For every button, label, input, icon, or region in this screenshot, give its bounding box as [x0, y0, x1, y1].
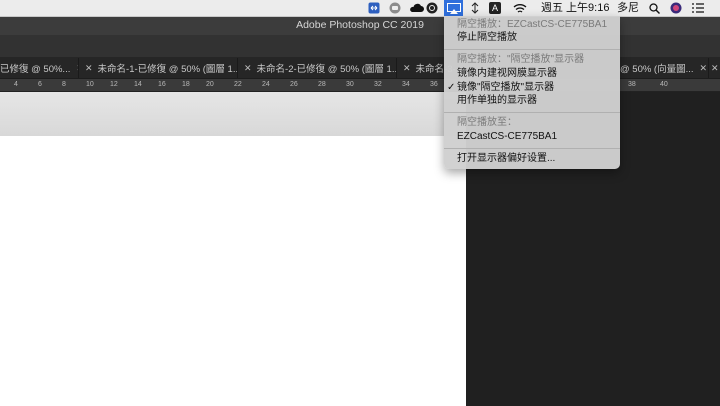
airplay-dropdown-menu: 隔空播放：EZCastCS-CE775BA1 停止隔空播放 隔空播放："隔空播放… — [444, 16, 620, 169]
ruler-tick: 4 — [14, 81, 18, 88]
wifi-icon[interactable] — [512, 2, 527, 14]
close-tab-icon[interactable]: ✕ — [700, 63, 708, 74]
ruler-tick: 34 — [402, 81, 410, 88]
document-tab[interactable]: ✕ 未命名-1-已修復 @ 50% (圖層 1... — [79, 58, 238, 78]
tab-overflow[interactable]: ✕ — [709, 58, 720, 78]
ruler-tick: 36 — [430, 81, 438, 88]
camera-icon[interactable] — [388, 2, 402, 14]
menu-separator — [444, 148, 620, 149]
checkmark-icon: ✓ — [447, 82, 456, 93]
menu-header-airplay-to: 隔空播放至： — [457, 117, 517, 128]
cloud-icon[interactable] — [408, 2, 424, 14]
menu-header-airplay-display: 隔空播放："隔空播放"显示器 — [457, 54, 585, 65]
ruler-tick: 16 — [158, 81, 166, 88]
transfer-icon[interactable] — [468, 2, 482, 14]
ruler-tick: 32 — [374, 81, 382, 88]
menu-header-airplay-device: 隔空播放：EZCastCS-CE775BA1 — [457, 19, 608, 30]
menu-item-mirror-builtin[interactable]: 镜像内建视网膜显示器 — [457, 68, 557, 80]
tab-label: 已修復 @ 50%... — [0, 64, 71, 75]
siri-icon[interactable] — [670, 2, 682, 14]
tab-label: @ 50% (向量圖... — [620, 64, 694, 75]
menu-item-separate-display[interactable]: 用作单独的显示器 — [457, 95, 537, 107]
ruler-tick: 6 — [38, 81, 42, 88]
ruler-tick: 8 — [62, 81, 66, 88]
menu-item-display-prefs[interactable]: 打开显示器偏好设置... — [457, 153, 555, 165]
search-icon[interactable] — [648, 2, 660, 14]
menu-separator — [444, 49, 620, 50]
menu-item-stop-airplay[interactable]: 停止隔空播放 — [457, 32, 517, 44]
ruler-tick: 22 — [234, 81, 242, 88]
airplay-icon[interactable] — [446, 2, 461, 14]
tab-label: 未命名-1-已修復 @ 50% (圖層 1... — [97, 64, 238, 75]
menu-item-mirror-airplay[interactable]: 镜像"隔空播放"显示器 — [457, 82, 554, 94]
ruler-tick: 14 — [134, 81, 142, 88]
close-tab-icon[interactable]: ✕ — [403, 63, 411, 74]
close-tab-icon[interactable]: ✕ — [711, 63, 719, 74]
close-tab-icon[interactable]: ✕ — [85, 63, 93, 74]
menubar-user[interactable]: 多尼 — [617, 1, 639, 15]
canvas-pasteboard — [0, 92, 466, 136]
ruler-tick: 24 — [262, 81, 270, 88]
ruler-tick: 38 — [628, 81, 636, 88]
creative-cloud-icon[interactable] — [426, 2, 438, 14]
close-tab-icon[interactable]: ✕ — [244, 63, 252, 74]
notification-list-icon[interactable] — [691, 2, 705, 14]
system-menu-bar: A 週五 上午9:16 多尼 — [0, 0, 720, 17]
ruler-tick: 28 — [318, 81, 326, 88]
ruler-tick: 40 — [660, 81, 668, 88]
document-tab[interactable]: 已修復 @ 50%...✕ — [0, 58, 79, 78]
document-tab[interactable]: @ 50% (向量圖... ✕ — [620, 58, 709, 78]
ruler-tick: 10 — [86, 81, 94, 88]
menu-item-device[interactable]: EZCastCS-CE775BA1 — [457, 131, 557, 143]
tab-label: 未命名-2-已修復 @ 50% (圖層 1... — [256, 64, 397, 75]
input-method-icon[interactable]: A — [489, 2, 501, 14]
document-tab[interactable]: ✕ 未命名-2-已修復 @ 50% (圖層 1... — [238, 58, 397, 78]
ruler-tick: 26 — [290, 81, 298, 88]
ruler-tick: 12 — [110, 81, 118, 88]
ruler-tick: 18 — [182, 81, 190, 88]
document-canvas[interactable] — [0, 136, 466, 406]
teamviewer-icon[interactable] — [367, 2, 381, 14]
menu-separator — [444, 112, 620, 113]
ruler-tick: 20 — [206, 81, 214, 88]
ruler-tick: 30 — [346, 81, 354, 88]
menubar-clock[interactable]: 週五 上午9:16 — [541, 1, 609, 15]
